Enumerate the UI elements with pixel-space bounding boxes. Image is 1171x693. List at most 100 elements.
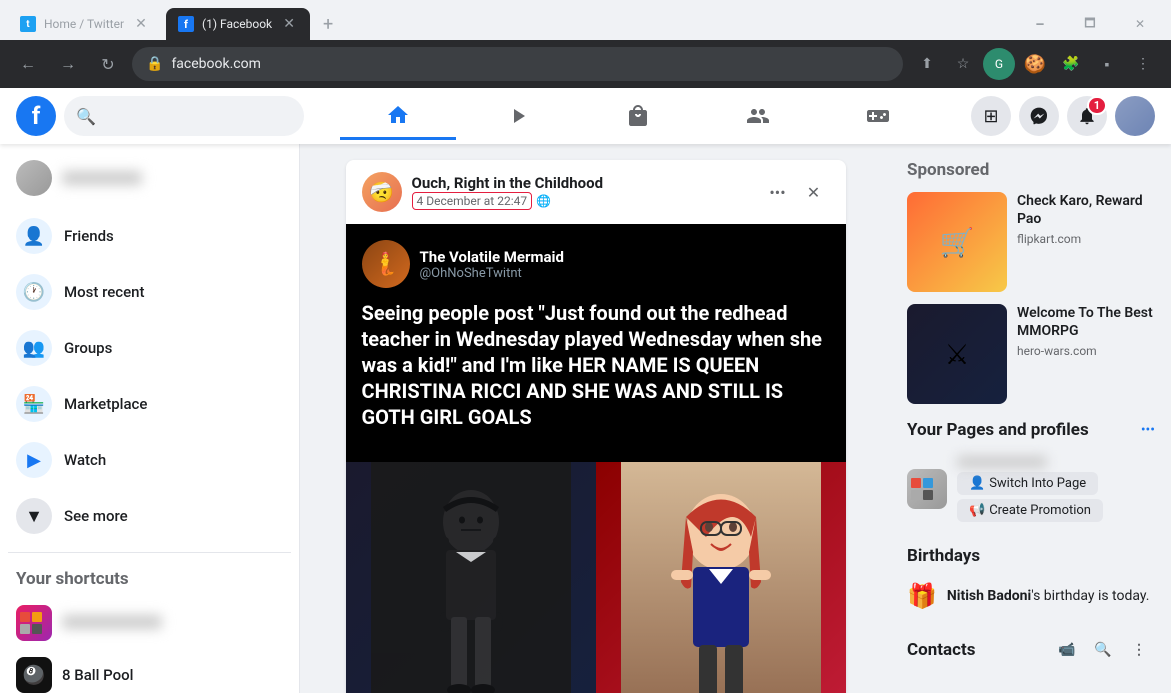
feed-inner: 🤕 Ouch, Right in the Childhood 4 Decembe… [346,160,846,677]
close-button[interactable]: ✕ [1117,8,1163,40]
fb-nav-actions: ⊞ 1 [971,96,1155,136]
search-bar[interactable]: 🔍 [64,96,304,136]
extension-btn-1[interactable]: G [983,48,1015,80]
sidebar-item-most-recent[interactable]: 🕐 Most recent [8,264,291,320]
sidebar-item-see-more[interactable]: ▼ See more [8,488,291,544]
fb-feed: 🤕 Ouch, Right in the Childhood 4 Decembe… [300,144,891,693]
facebook-page: f 🔍 ⊞ [0,88,1171,693]
sidebar-item-friends[interactable]: 👤 Friends [8,208,291,264]
post-more-button[interactable]: ••• [762,176,794,208]
bookmark-button[interactable]: ☆ [947,48,979,80]
pages-more-button[interactable]: ••• [1141,422,1155,438]
post-card: 🤕 Ouch, Right in the Childhood 4 Decembe… [346,160,846,693]
shortcut-icon-1 [16,605,52,641]
pages-actions-2: 📢 Create Promotion [957,499,1155,522]
ad-flipkart[interactable]: 🛒 Check Karo, Reward Pao flipkart.com [907,192,1155,292]
pages-item-1: 👤 Switch Into Page 📢 Create Promotion [907,448,1155,530]
tab-twitter[interactable]: t Home / Twitter ✕ [8,8,162,40]
avatar-image [1115,96,1155,136]
new-tab-button[interactable]: + [314,10,342,38]
search-icon: 🔍 [76,107,96,126]
fb-header: f 🔍 ⊞ [0,88,1171,144]
birthday-name: Nitish Badoni [947,588,1031,604]
ad-hero-wars[interactable]: ⚔ Welcome To The Best MMORPG hero-wars.c… [907,304,1155,404]
sidebar-item-groups[interactable]: 👥 Groups [8,320,291,376]
tweet-header: 🧜 The Volatile Mermaid @OhNoSheTwitnt [362,240,830,288]
post-info: Ouch, Right in the Childhood 4 December … [412,174,752,210]
twitter-favicon: t [20,16,36,32]
tab-bar: t Home / Twitter ✕ f (1) Facebook ✕ + 🗕 … [0,0,1171,40]
sidebar-item-watch[interactable]: ▶ Watch [8,432,291,488]
contacts-more-button[interactable]: ⋮ [1123,634,1155,666]
nav-groups[interactable] [700,92,816,140]
tab-facebook-close[interactable]: ✕ [280,15,298,33]
fb-main: 👤 Friends 🕐 Most recent 👥 Groups 🏪 Marke… [0,144,1171,693]
sidebar-watch-label: Watch [64,451,106,469]
shortcut-item-8ball[interactable]: 🎱 8 Ball Pool [8,649,291,693]
post-group-image: 🤕 [362,172,402,212]
post-header-actions: ••• ✕ [762,176,830,208]
sidebar-toggle[interactable]: ▪ [1091,48,1123,80]
pages-info-1: 👤 Switch Into Page 📢 Create Promotion [957,456,1155,522]
url-bar[interactable]: 🔒 facebook.com [132,47,903,81]
minimize-button[interactable]: 🗕 [1017,8,1063,40]
switch-page-icon: 👤 [969,476,985,491]
forward-button[interactable]: → [52,48,84,80]
ad-hero-wars-info: Welcome To The Best MMORPG hero-wars.com [1017,304,1155,404]
tweet-username: The Volatile Mermaid [420,248,564,266]
nav-marketplace[interactable] [580,92,696,140]
messenger-button[interactable] [1019,96,1059,136]
pages-name-1 [957,456,1047,468]
maximize-button[interactable]: 🗖 [1067,8,1113,40]
tweet-avatar-image: 🧜 [362,240,410,288]
sidebar-item-marketplace[interactable]: 🏪 Marketplace [8,376,291,432]
create-promotion-button[interactable]: 📢 Create Promotion [957,499,1103,522]
nav-home[interactable] [340,92,456,140]
reload-button[interactable]: ↻ [92,48,124,80]
nav-gaming[interactable] [820,92,936,140]
fb-nav [304,92,971,140]
see-more-icon: ▼ [16,498,52,534]
lock-icon: 🔒 [146,56,163,72]
share-button[interactable]: ⬆ [911,48,943,80]
tab-twitter-title: Home / Twitter [44,17,124,31]
tab-twitter-close[interactable]: ✕ [132,15,150,33]
birthdays-title: Birthdays [907,546,1155,566]
shortcut-label-8ball: 8 Ball Pool [62,666,134,684]
post-date: 4 December at 22:47 [412,192,533,210]
switch-into-page-button[interactable]: 👤 Switch Into Page [957,472,1098,495]
nav-watch[interactable] [460,92,576,140]
tab-facebook-title: (1) Facebook [202,17,272,31]
menu-button[interactable]: ⋮ [1127,48,1159,80]
user-avatar[interactable] [1115,96,1155,136]
birthday-suffix: 's birthday is today. [1031,588,1149,604]
contacts-video-button[interactable]: 📹 [1051,634,1083,666]
notifications-button[interactable]: 1 [1067,96,1107,136]
back-button[interactable]: ← [12,48,44,80]
fb-right-panel: Sponsored 🛒 Check Karo, Reward Pao flipk… [891,144,1171,693]
birthday-text: Nitish Badoni's birthday is today. [947,588,1150,604]
ad-flipkart-title: Check Karo, Reward Pao [1017,192,1155,228]
tab-facebook[interactable]: f (1) Facebook ✕ [166,8,310,40]
shortcut-item-1[interactable] [8,597,291,649]
sponsored-title: Sponsored [907,160,1155,180]
extension-btn-2[interactable]: 🍪 [1019,48,1051,80]
tweet-user-info: The Volatile Mermaid @OhNoSheTwitnt [420,248,564,281]
pages-section-title: Your Pages and profiles ••• [907,420,1155,440]
sidebar-user-profile[interactable] [8,152,291,204]
pages-actions-1: 👤 Switch Into Page [957,472,1155,495]
notification-badge: 1 [1087,96,1107,115]
tweet-text: Seeing people post "Just found out the r… [362,300,830,430]
post-image-right [596,462,846,693]
watch-icon: ▶ [16,442,52,478]
extensions-button[interactable]: 🧩 [1055,48,1087,80]
tweet-avatar: 🧜 [362,240,410,288]
ad-hero-wars-image: ⚔ [907,304,1007,404]
contacts-search-button[interactable]: 🔍 [1087,634,1119,666]
fb-logo[interactable]: f [16,96,56,136]
sidebar-username [62,171,142,185]
post-close-button[interactable]: ✕ [798,176,830,208]
window-controls: 🗕 🗖 ✕ [1017,8,1163,40]
apps-button[interactable]: ⊞ [971,96,1011,136]
contacts-section-title: Contacts 📹 🔍 ⋮ [907,634,1155,666]
